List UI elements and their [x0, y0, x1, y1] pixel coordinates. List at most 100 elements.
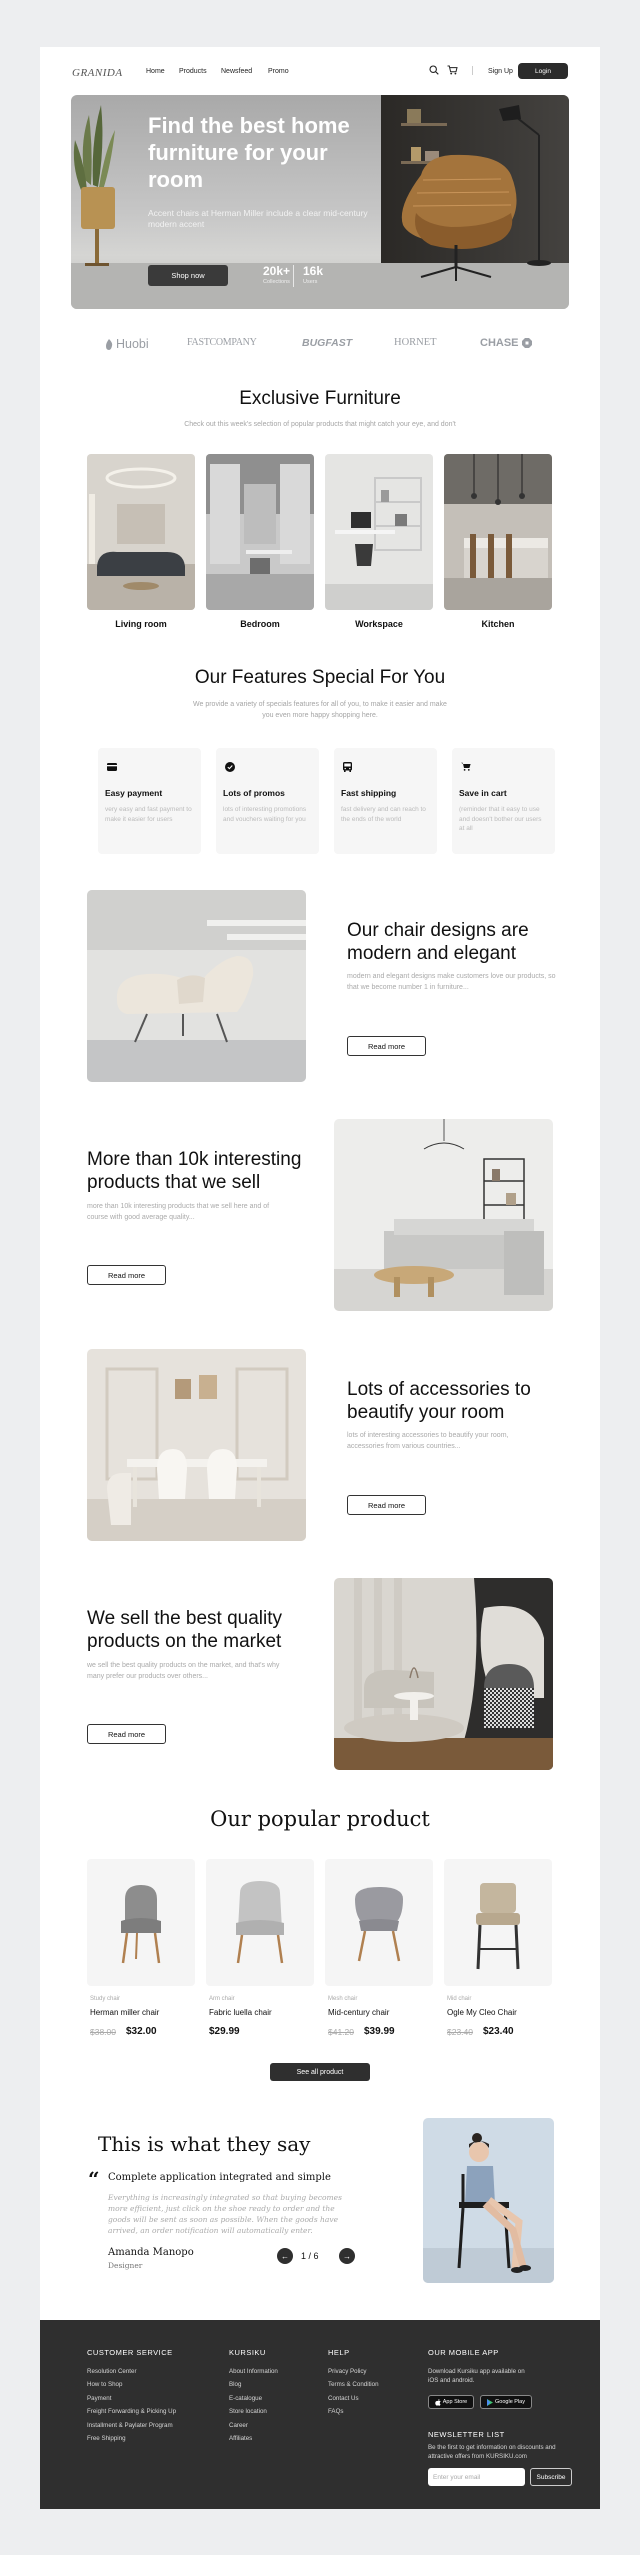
stat-collections-label: Collections [263, 279, 290, 285]
login-button[interactable]: Login [518, 63, 568, 79]
footer-link[interactable]: How to Shop [87, 2381, 122, 2388]
footer-link[interactable]: Blog [229, 2381, 241, 2388]
product-name[interactable]: Ogle My Cleo Chair [447, 2008, 517, 2017]
product-image[interactable] [206, 1859, 314, 1986]
product-name[interactable]: Mid-century chair [328, 2008, 389, 2017]
feature-title: Save in cart [459, 788, 507, 798]
product-name[interactable]: Herman miller chair [90, 2008, 159, 2017]
see-all-products-button[interactable]: See all product [270, 2063, 370, 2081]
room-image-living[interactable] [87, 454, 195, 610]
brand-chase: CHASE [480, 337, 532, 349]
product-price: $32.00 [126, 2026, 157, 2037]
subscribe-button[interactable]: Subscribe [530, 2468, 572, 2486]
room-image-workspace[interactable] [325, 454, 433, 610]
room-label-workspace: Workspace [355, 619, 403, 629]
footer-link[interactable]: Contact Us [328, 2395, 359, 2402]
footer-link[interactable]: Payment [87, 2395, 111, 2402]
product-category: Mid chair [447, 1996, 472, 2002]
footer: CUSTOMER SERVICE Resolution Center How t… [40, 2320, 600, 2509]
read-more-button[interactable]: Read more [347, 1495, 426, 1515]
promo-image-sofa [334, 1119, 553, 1311]
hero-banner: Find the best home furniture for your ro… [71, 95, 569, 309]
nav-divider [472, 66, 473, 75]
product-image[interactable] [325, 1859, 433, 1986]
feature-desc: lots of interesting promotions and vouch… [223, 806, 307, 823]
footer-link[interactable]: Store location [229, 2408, 267, 2415]
play-icon [487, 2398, 494, 2406]
promo-desc: lots of interesting accessories to beaut… [347, 1432, 509, 1450]
footer-link[interactable]: Affiliates [229, 2435, 252, 2442]
nav-products[interactable]: Products [179, 68, 207, 75]
testimonial-role: Designer [108, 2261, 143, 2270]
footer-link[interactable]: Installment & Paylater Program [87, 2422, 173, 2429]
feature-desc: fast delivery and can reach to the ends … [341, 806, 426, 823]
google-play-label: Google Play [495, 2399, 525, 2405]
footer-customer-service-title: CUSTOMER SERVICE [87, 2348, 173, 2357]
feature-title: Fast shipping [341, 788, 397, 798]
feature-card-promos: Lots of promos lots of interesting promo… [216, 748, 319, 854]
feature-card-cart: Save in cart (reminder that it easy to u… [452, 748, 555, 854]
nav-promo[interactable]: Promo [268, 68, 289, 75]
footer-link[interactable]: About Information [229, 2368, 278, 2375]
product-image[interactable] [87, 1859, 195, 1986]
promo-title: More than 10k interesting products that … [87, 1149, 302, 1193]
testimonial-body: Everything is increasingly integrated so… [108, 2193, 342, 2235]
product-category: Mesh chair [328, 1996, 358, 2002]
footer-link[interactable]: Terms & Condition [328, 2381, 379, 2388]
promo-desc: modern and elegant designs make customer… [347, 973, 556, 991]
footer-newsletter-title: NEWSLETTER LIST [428, 2430, 505, 2439]
promo-image-armchair [334, 1578, 553, 1770]
brand-hornet: HORNET [394, 337, 437, 348]
quote-icon: “ [88, 2167, 100, 2191]
feature-card-shipping: Fast shipping fast delivery and can reac… [334, 748, 437, 854]
footer-link[interactable]: Privacy Policy [328, 2368, 367, 2375]
footer-link[interactable]: E-catalogue [229, 2395, 262, 2402]
prev-arrow-icon[interactable]: ← [277, 2248, 293, 2264]
room-image-kitchen[interactable] [444, 454, 552, 610]
footer-link[interactable]: Free Shipping [87, 2435, 126, 2442]
promo-title: We sell the best quality products on the… [87, 1608, 283, 1652]
octagon-icon [521, 338, 532, 348]
stat-divider [293, 265, 294, 287]
product-price: $29.99 [209, 2026, 240, 2037]
google-play-badge[interactable]: Google Play [480, 2395, 532, 2409]
promo-desc: more than 10k interesting products that … [87, 1203, 270, 1221]
stat-users-label: Users [303, 279, 318, 285]
product-name[interactable]: Fabric luella chair [209, 2008, 272, 2017]
footer-mobile-text: Download Kursiku app available on iOS an… [428, 2368, 525, 2384]
footer-link[interactable]: Resolution Center [87, 2368, 137, 2375]
read-more-button[interactable]: Read more [87, 1265, 166, 1285]
room-label-kitchen: Kitchen [481, 619, 515, 629]
testimonial-author: Amanda Manopo [108, 2247, 194, 2258]
hero-subtitle: Accent chairs at Herman Miller include a… [148, 208, 368, 229]
newsletter-email-input[interactable] [428, 2468, 525, 2486]
feature-title: Easy payment [105, 788, 163, 798]
product-image[interactable] [444, 1859, 552, 1986]
feature-card-payment: Easy payment very easy and fast payment … [98, 748, 201, 854]
product-old-price: $38.00 [90, 2027, 116, 2037]
nav-newsfeed[interactable]: Newsfeed [221, 68, 252, 75]
promo-desc: we sell the best quality products on the… [87, 1662, 280, 1680]
next-arrow-icon[interactable]: → [339, 2248, 355, 2264]
page: GRANIDA Home Products Newsfeed Promo Sig… [40, 47, 600, 2509]
signup-link[interactable]: Sign Up [488, 68, 513, 75]
nav-home[interactable]: Home [146, 68, 165, 75]
brand-huobi: Huobi [105, 337, 149, 351]
footer-link[interactable]: Career [229, 2422, 248, 2429]
footer-mobile-title: OUR MOBILE APP [428, 2348, 499, 2357]
room-image-bedroom[interactable] [206, 454, 314, 610]
shop-now-button[interactable]: Shop now [148, 265, 228, 286]
stat-users-value: 16k [303, 264, 324, 278]
footer-link[interactable]: FAQs [328, 2408, 343, 2415]
product-category: Study chair [90, 1996, 121, 2002]
brand-bugfast: BUGFAST [302, 337, 353, 349]
search-icon[interactable] [428, 64, 440, 76]
footer-link[interactable]: Freight Forwarding & Picking Up [87, 2408, 176, 2415]
cart-icon[interactable] [446, 64, 458, 76]
read-more-button[interactable]: Read more [347, 1036, 426, 1056]
read-more-button[interactable]: Read more [87, 1724, 166, 1744]
app-store-badge[interactable]: App Store [428, 2395, 474, 2409]
testimonial-photo [423, 2118, 554, 2283]
promo-image-chair [87, 890, 306, 1082]
brand-logo[interactable]: GRANIDA [72, 67, 123, 79]
